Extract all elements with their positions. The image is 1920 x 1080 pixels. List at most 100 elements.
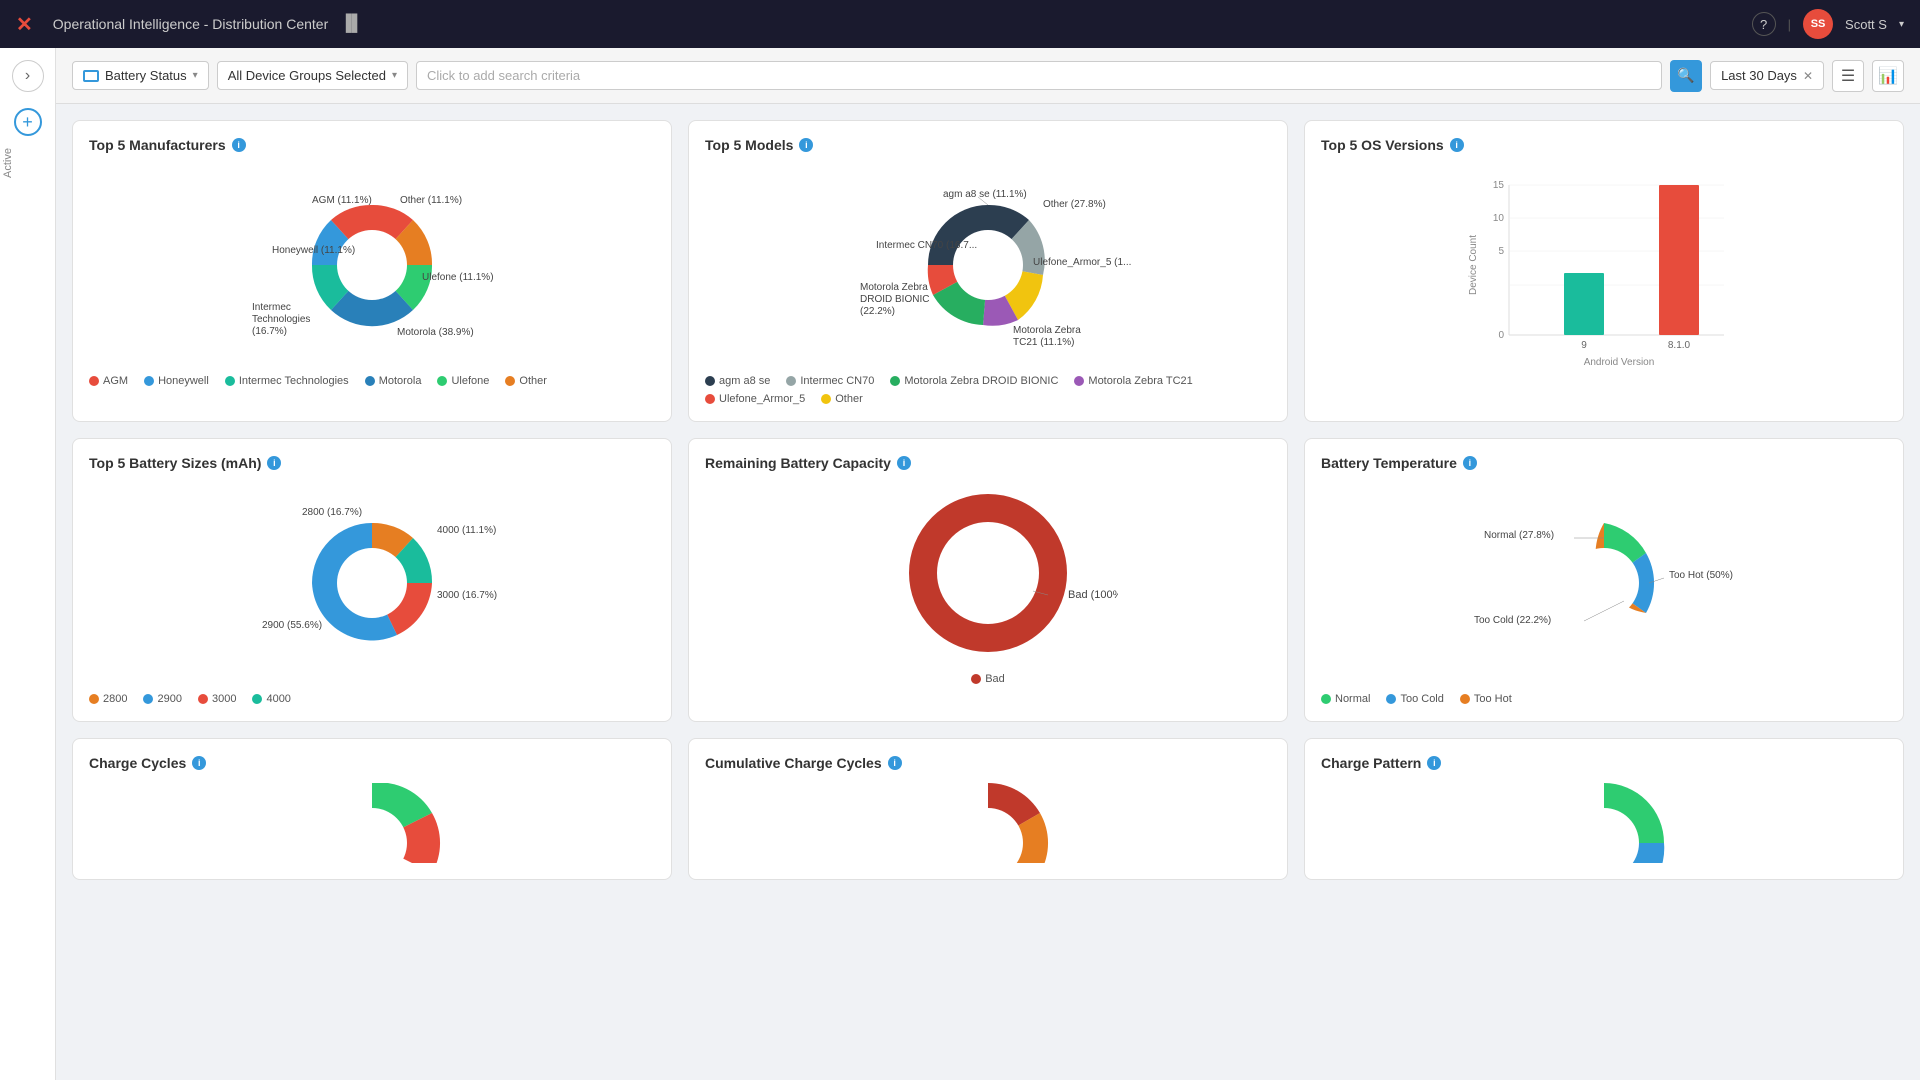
date-range-clear-button[interactable]: ✕ xyxy=(1803,69,1813,83)
svg-text:Honeywell (11.1%): Honeywell (11.1%) xyxy=(272,245,355,256)
legend-agm-a8se: agm a8 se xyxy=(705,375,770,387)
svg-text:Normal (27.8%): Normal (27.8%) xyxy=(1484,530,1554,541)
other-dot xyxy=(505,376,515,386)
models-legend: agm a8 se Intermec CN70 Motorola Zebra D… xyxy=(705,375,1271,405)
svg-text:(22.2%): (22.2%) xyxy=(860,306,895,317)
search-button[interactable]: 🔍 xyxy=(1670,60,1702,92)
legend-ulefone-armor5: Ulefone_Armor_5 xyxy=(705,393,805,405)
svg-text:Intermec: Intermec xyxy=(252,302,291,313)
sidebar-nav-button[interactable]: › xyxy=(12,60,44,92)
svg-text:Android Version: Android Version xyxy=(1584,357,1655,368)
chevron-right-icon: › xyxy=(25,67,30,85)
date-range-label: Last 30 Days xyxy=(1721,68,1797,83)
svg-text:2900 (55.6%): 2900 (55.6%) xyxy=(262,620,322,631)
svg-text:Motorola Zebra: Motorola Zebra xyxy=(1013,325,1081,336)
os-info-icon[interactable]: i xyxy=(1450,138,1464,152)
ulefone-dot xyxy=(437,376,447,386)
charts-row-3: Charge Cycles i Cumulative Charge Cycles… xyxy=(72,738,1904,880)
battery-sizes-info-icon[interactable]: i xyxy=(267,456,281,470)
bar-chart-icon[interactable]: ▐▌ xyxy=(340,15,363,33)
remaining-battery-card: Remaining Battery Capacity i Bad (100%) … xyxy=(688,438,1288,722)
charge-pattern-info-icon[interactable]: i xyxy=(1427,756,1441,770)
intermec-dot xyxy=(225,376,235,386)
device-groups-dropdown-icon[interactable]: ▾ xyxy=(392,70,397,81)
top5-os-title: Top 5 OS Versions i xyxy=(1321,137,1887,153)
username: Scott S xyxy=(1845,17,1887,32)
active-label: Active xyxy=(2,148,14,178)
svg-text:0: 0 xyxy=(1498,330,1504,341)
legend-3000: 3000 xyxy=(198,693,236,705)
battery-sizes-title: Top 5 Battery Sizes (mAh) i xyxy=(89,455,655,471)
cumulative-charge-cycles-title: Cumulative Charge Cycles i xyxy=(705,755,1271,771)
cumulative-cycles-info-icon[interactable]: i xyxy=(888,756,902,770)
charge-pattern-title: Charge Pattern i xyxy=(1321,755,1887,771)
remaining-battery-info-icon[interactable]: i xyxy=(897,456,911,470)
charge-pattern-preview-chart xyxy=(1504,783,1704,863)
svg-text:Other (11.1%): Other (11.1%) xyxy=(400,195,462,206)
battery-temperature-donut-chart: Normal (27.8%) Too Cold (22.2%) Too Hot … xyxy=(1454,483,1754,683)
charts-row-1: Top 5 Manufacturers i xyxy=(72,120,1904,422)
topnav: ✕ Operational Intelligence - Distributio… xyxy=(0,0,1920,48)
date-range-filter[interactable]: Last 30 Days ✕ xyxy=(1710,61,1824,90)
legend-motorola: Motorola xyxy=(365,375,422,387)
manufacturers-legend: AGM Honeywell Intermec Technologies Moto… xyxy=(89,375,655,387)
agm-dot xyxy=(89,376,99,386)
svg-text:Motorola Zebra: Motorola Zebra xyxy=(860,282,928,293)
chart-toggle-button[interactable]: 📊 xyxy=(1872,60,1904,92)
avatar[interactable]: SS xyxy=(1803,9,1833,39)
svg-text:8.1.0: 8.1.0 xyxy=(1668,340,1691,351)
top5-models-card: Top 5 Models i xyxy=(688,120,1288,422)
legend-moto-bionic: Motorola Zebra DROID BIONIC xyxy=(890,375,1058,387)
battery-temperature-legend: Normal Too Cold Too Hot xyxy=(1321,693,1887,705)
search-criteria-area[interactable]: Click to add search criteria xyxy=(416,61,1662,90)
models-info-icon[interactable]: i xyxy=(799,138,813,152)
svg-text:Technologies: Technologies xyxy=(252,314,310,325)
cumulative-charge-cycles-card: Cumulative Charge Cycles i xyxy=(688,738,1288,880)
app-logo[interactable]: ✕ xyxy=(16,12,33,37)
app-title: Operational Intelligence - Distribution … xyxy=(53,16,328,32)
legend-4000: 4000 xyxy=(252,693,290,705)
battery-sizes-donut-chart: 2800 (16.7%) 4000 (11.1%) 3000 (16.7%) 2… xyxy=(222,483,522,683)
device-icon xyxy=(83,70,99,82)
top5-manufacturers-title: Top 5 Manufacturers i xyxy=(89,137,655,153)
legend-too-cold: Too Cold xyxy=(1386,693,1443,705)
svg-text:Intermec CN70 (16.7...: Intermec CN70 (16.7... xyxy=(876,240,977,251)
legend-ulefone: Ulefone xyxy=(437,375,489,387)
battery-status-dropdown-icon[interactable]: ▾ xyxy=(193,70,198,81)
svg-text:Ulefone_Armor_5 (1...: Ulefone_Armor_5 (1... xyxy=(1033,257,1131,268)
legend-2800: 2800 xyxy=(89,693,127,705)
remaining-battery-donut-chart: Bad (100%) xyxy=(858,483,1118,663)
legend-models-other: Other xyxy=(821,393,863,405)
models-donut-chart: agm a8 se (11.1%) Intermec CN70 (16.7...… xyxy=(838,165,1138,365)
svg-text:AGM (11.1%): AGM (11.1%) xyxy=(312,195,372,206)
svg-text:DROID BIONIC: DROID BIONIC xyxy=(860,294,929,305)
svg-text:Other (27.8%): Other (27.8%) xyxy=(1043,199,1106,210)
sidebar-add-button[interactable]: + xyxy=(14,108,42,136)
svg-text:TC21 (11.1%): TC21 (11.1%) xyxy=(1013,337,1075,348)
battery-temperature-card: Battery Temperature i Normal (27.8%) Too… xyxy=(1304,438,1904,722)
user-dropdown-icon[interactable]: ▾ xyxy=(1899,19,1904,30)
view-toggle-button[interactable]: ☰ xyxy=(1832,60,1864,92)
charge-cycles-preview-chart xyxy=(272,783,472,863)
legend-intermec-cn70: Intermec CN70 xyxy=(786,375,874,387)
manufacturers-info-icon[interactable]: i xyxy=(232,138,246,152)
divider: | xyxy=(1788,17,1791,32)
device-groups-filter[interactable]: All Device Groups Selected ▾ xyxy=(217,61,408,90)
svg-text:Bad (100%): Bad (100%) xyxy=(1068,589,1118,601)
legend-moto-tc21: Motorola Zebra TC21 xyxy=(1074,375,1192,387)
svg-text:5: 5 xyxy=(1498,246,1504,257)
svg-text:4000 (11.1%): 4000 (11.1%) xyxy=(437,525,496,536)
svg-text:Too Hot (50%): Too Hot (50%) xyxy=(1669,570,1733,581)
help-button[interactable]: ? xyxy=(1752,12,1776,36)
battery-temperature-info-icon[interactable]: i xyxy=(1463,456,1477,470)
charge-cycles-info-icon[interactable]: i xyxy=(192,756,206,770)
charge-pattern-card: Charge Pattern i xyxy=(1304,738,1904,880)
top5-os-card: Top 5 OS Versions i 15 10 5 0 xyxy=(1304,120,1904,422)
legend-agm: AGM xyxy=(89,375,128,387)
top5-manufacturers-card: Top 5 Manufacturers i xyxy=(72,120,672,422)
device-groups-label: All Device Groups Selected xyxy=(228,68,386,83)
search-placeholder: Click to add search criteria xyxy=(427,68,580,83)
battery-status-label: Battery Status xyxy=(105,68,187,83)
battery-status-filter[interactable]: Battery Status ▾ xyxy=(72,61,209,90)
legend-bad: Bad xyxy=(971,673,1005,685)
